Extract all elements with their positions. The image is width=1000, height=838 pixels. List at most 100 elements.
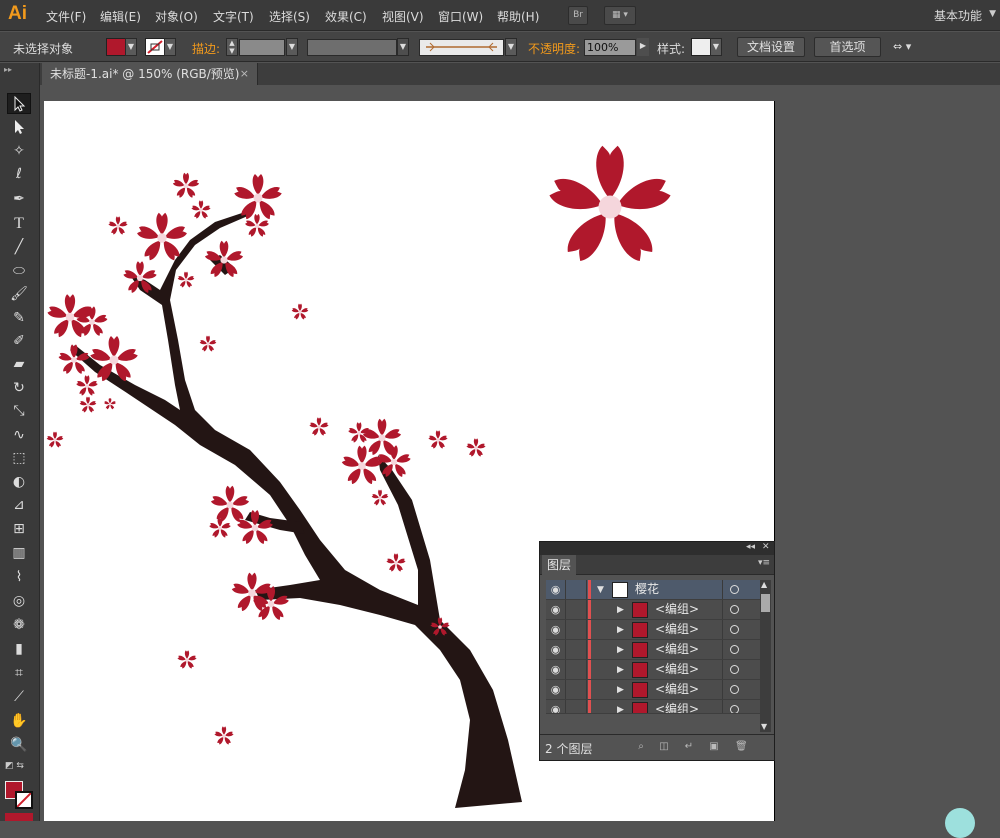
layer-name[interactable]: 樱花 [635, 580, 659, 599]
expand-triangle-icon[interactable]: ▶ [617, 661, 624, 679]
pencil-tool-icon[interactable]: ✎ [7, 308, 31, 329]
default-colors-icon[interactable]: ◩ ⇆ [5, 761, 24, 771]
brush-dropdown-icon[interactable]: ▼ [505, 38, 517, 56]
variable-width-dropdown-icon[interactable]: ▼ [397, 38, 409, 56]
visibility-eye-icon[interactable]: ◉ [546, 620, 566, 639]
stroke-color-icon[interactable] [15, 791, 33, 809]
color-mode-icon[interactable] [5, 813, 33, 821]
stroke-weight-field[interactable] [239, 39, 285, 56]
selection-tool-icon[interactable] [7, 93, 31, 114]
new-sublayer-icon[interactable]: ↵ [683, 741, 695, 753]
stroke-weight-label[interactable]: 描边: [192, 40, 220, 57]
fill-dropdown-icon[interactable]: ▼ [125, 38, 137, 56]
lock-toggle[interactable] [567, 600, 587, 619]
opacity-field[interactable]: 100% [584, 39, 636, 56]
sublayer-row[interactable]: ◉ ▶ <编组> [546, 700, 760, 714]
tree-branch[interactable] [70, 212, 522, 808]
document-tab[interactable]: 未标题-1.ai* @ 150% (RGB/预览) × [42, 63, 258, 85]
blossom-cluster[interactable] [46, 172, 486, 746]
target-toggle[interactable] [722, 660, 760, 679]
blob-brush-tool-icon[interactable]: ✐ [7, 331, 31, 352]
collapse-triangle-icon[interactable]: ▼ [597, 581, 604, 599]
locate-object-icon[interactable]: ⌕ [635, 741, 647, 753]
lock-toggle[interactable] [567, 700, 587, 713]
lock-toggle[interactable] [567, 660, 587, 679]
scrollbar-thumb[interactable] [761, 594, 770, 612]
target-toggle[interactable] [722, 680, 760, 699]
panel-title-bar[interactable]: ◂◂ ✕ [540, 542, 774, 555]
lasso-tool-icon[interactable]: ℓ [7, 164, 31, 185]
target-toggle[interactable] [722, 700, 760, 713]
rotate-tool-icon[interactable]: ↻ [7, 378, 31, 399]
slice-tool-icon[interactable]: ⟋ [7, 687, 31, 708]
scale-tool-icon[interactable]: ⤡ [7, 401, 31, 422]
sublayer-row[interactable]: ◉ ▶ <编组> [546, 660, 760, 680]
visibility-eye-icon[interactable]: ◉ [546, 680, 566, 699]
expand-triangle-icon[interactable]: ▶ [617, 701, 624, 713]
lock-toggle[interactable] [567, 580, 587, 599]
close-panel-icon[interactable]: ✕ [762, 542, 770, 552]
expand-triangle-icon[interactable]: ▶ [617, 621, 624, 639]
lock-toggle[interactable] [567, 640, 587, 659]
menu-edit[interactable]: 编辑(E) [100, 8, 141, 25]
opacity-label[interactable]: 不透明度: [528, 40, 580, 57]
panel-menu-icon[interactable]: ▾≡ [758, 558, 770, 568]
visibility-eye-icon[interactable]: ◉ [546, 660, 566, 679]
direct-selection-tool-icon[interactable] [7, 117, 31, 138]
scroll-down-icon[interactable]: ▼ [761, 722, 767, 731]
tab-layers[interactable]: 图层 [542, 555, 576, 575]
document-setup-button[interactable]: 文档设置 [737, 37, 805, 57]
sublayer-row[interactable]: ◉ ▶ <编组> [546, 620, 760, 640]
bridge-button[interactable]: Br [568, 6, 588, 25]
group-name[interactable]: <编组> [655, 600, 699, 619]
stroke-weight-stepper[interactable]: ▲ ▼ [226, 38, 238, 56]
sublayer-row[interactable]: ◉ ▶ <编组> [546, 640, 760, 660]
pen-tool-icon[interactable]: ✒ [7, 189, 31, 210]
visibility-eye-icon[interactable]: ◉ [546, 700, 566, 713]
blend-tool-icon[interactable]: ◎ [7, 591, 31, 612]
expand-triangle-icon[interactable]: ▶ [617, 601, 624, 619]
gradient-tool-icon[interactable]: ▥ [7, 543, 31, 564]
mesh-tool-icon[interactable]: ⊞ [7, 519, 31, 540]
preferences-button[interactable]: 首选项 [814, 37, 881, 57]
graphic-style-swatch[interactable] [691, 38, 711, 56]
stroke-dropdown-icon[interactable]: ▼ [164, 38, 176, 56]
workspace-switcher[interactable]: 基本功能 [934, 7, 982, 24]
type-tool-icon[interactable]: T [7, 213, 31, 234]
menu-effect[interactable]: 效果(C) [325, 8, 367, 25]
warp-tool-icon[interactable]: ∿ [7, 425, 31, 446]
lock-toggle[interactable] [567, 620, 587, 639]
layer-row[interactable]: ◉ ▼ 樱花 [546, 580, 760, 600]
control-panel-menu-icon[interactable]: ⇔ ▾ [893, 40, 911, 53]
paintbrush-tool-icon[interactable]: 🖌 [7, 284, 31, 305]
delete-layer-icon[interactable]: 🗑 [735, 741, 748, 753]
visibility-eye-icon[interactable]: ◉ [546, 600, 566, 619]
layers-scrollbar[interactable]: ▲ ▼ [760, 580, 771, 732]
visibility-eye-icon[interactable]: ◉ [546, 580, 566, 599]
new-layer-icon[interactable]: ▣ [708, 741, 720, 753]
target-toggle[interactable] [722, 600, 760, 619]
artboard-tool-icon[interactable]: ⌗ [7, 663, 31, 684]
group-name[interactable]: <编组> [655, 620, 699, 639]
shape-builder-tool-icon[interactable]: ◐ [7, 472, 31, 493]
zoom-tool-icon[interactable]: 🔍 [7, 735, 31, 756]
large-cherry-blossom[interactable] [547, 145, 673, 265]
collapse-panel-icon[interactable]: ◂◂ [746, 542, 755, 552]
perspective-grid-tool-icon[interactable]: ⊿ [7, 495, 31, 516]
stroke-weight-dropdown-icon[interactable]: ▼ [286, 38, 298, 56]
group-name[interactable]: <编组> [655, 700, 699, 713]
ellipse-tool-icon[interactable]: ⬭ [7, 261, 31, 282]
opacity-dropdown-icon[interactable]: ▶ [637, 38, 649, 56]
target-toggle[interactable] [722, 620, 760, 639]
brush-definition-field[interactable] [419, 39, 504, 56]
menu-file[interactable]: 文件(F) [46, 8, 86, 25]
menu-object[interactable]: 对象(O) [155, 8, 198, 25]
target-toggle[interactable] [722, 640, 760, 659]
menu-window[interactable]: 窗口(W) [438, 8, 483, 25]
visibility-eye-icon[interactable]: ◉ [546, 640, 566, 659]
target-toggle[interactable] [722, 580, 760, 599]
sublayer-row[interactable]: ◉ ▶ <编组> [546, 600, 760, 620]
group-name[interactable]: <编组> [655, 640, 699, 659]
expand-triangle-icon[interactable]: ▶ [617, 641, 624, 659]
make-clipping-mask-icon[interactable]: ◫ [658, 741, 670, 753]
